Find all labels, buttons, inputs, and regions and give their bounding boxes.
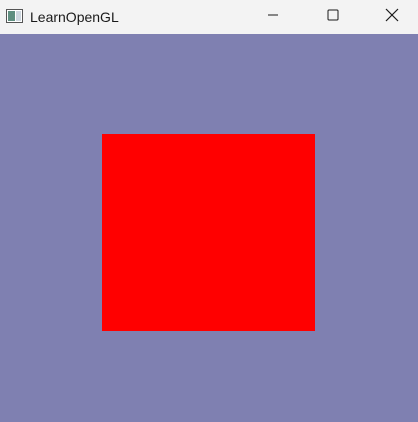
red-quad [102,134,315,331]
app-icon [6,9,23,23]
close-button[interactable] [369,0,415,34]
close-icon [385,8,399,27]
maximize-button[interactable] [310,0,356,34]
title-bar[interactable]: LearnOpenGL [0,0,418,34]
window-title: LearnOpenGL [30,9,119,25]
opengl-viewport[interactable] [0,34,418,422]
maximize-icon [327,8,339,26]
app-window: LearnOpenGL [0,0,418,422]
minimize-icon [267,8,279,26]
minimize-button[interactable] [250,0,296,34]
